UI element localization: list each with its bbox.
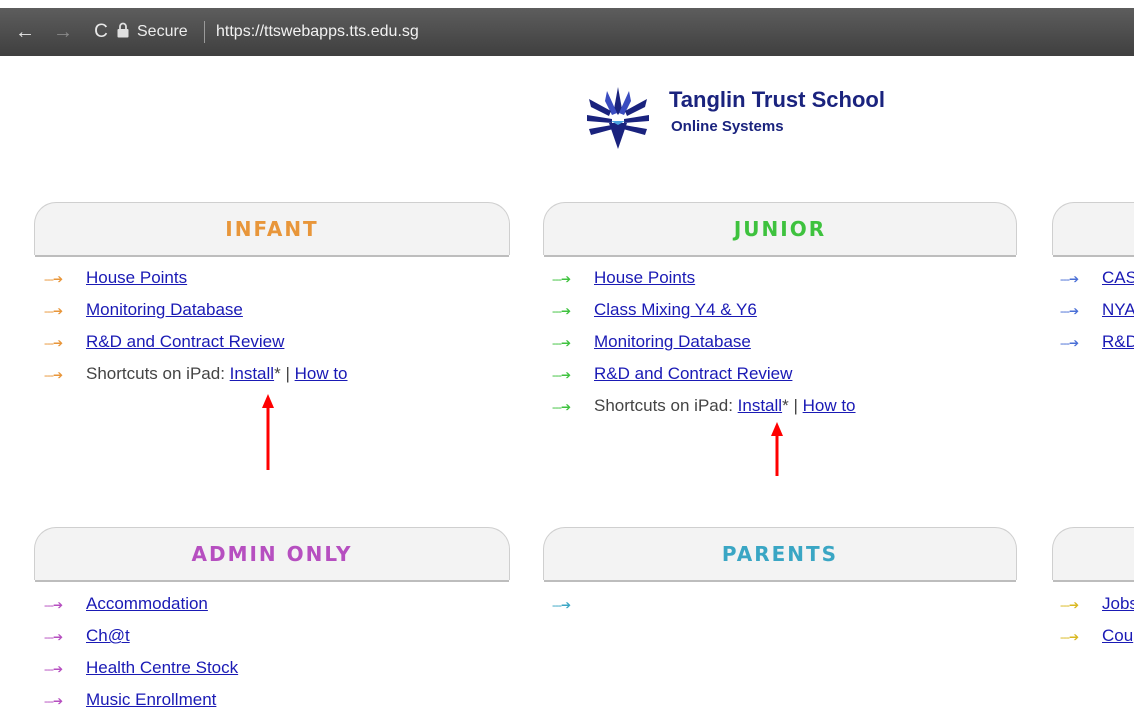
list-item: ---➔ Shortcuts on iPad: Install* | How to	[44, 358, 348, 390]
other-link-jobs[interactable]: Jobs	[1102, 594, 1134, 613]
other-link-cou[interactable]: Cou	[1102, 626, 1133, 645]
parents-panel-header: PARENTS	[543, 527, 1017, 582]
arrow-icon: ---➔	[1060, 303, 1079, 318]
junior-link-rd-contract-review[interactable]: R&D and Contract Review	[594, 364, 792, 383]
arrow-icon: ---➔	[44, 367, 63, 382]
arrow-icon: ---➔	[552, 271, 571, 286]
arrow-icon: ---➔	[552, 367, 571, 382]
arrow-icon: ---➔	[44, 629, 63, 644]
arrow-icon: ---➔	[552, 303, 571, 318]
other-link-list: ---➔ Jobs ---➔ Cou	[1060, 588, 1134, 652]
list-item: ---➔ CAS	[1060, 262, 1134, 294]
address-bar-area: ← → C Secure https://ttswebapps.tts.edu.…	[0, 8, 1134, 56]
infant-link-list: ---➔ House Points ---➔ Monitoring Database…	[44, 262, 348, 390]
list-item: ---➔ R&D and Contract Review	[44, 326, 348, 358]
reload-icon[interactable]: C	[88, 8, 114, 56]
shortcuts-label: Shortcuts on iPad:	[594, 396, 733, 415]
school-emblem-icon	[587, 87, 649, 149]
senior-link-rd[interactable]: R&D	[1102, 332, 1134, 351]
admin-link-accommodation[interactable]: Accommodation	[86, 594, 208, 613]
url-field[interactable]: https://ttswebapps.tts.edu.sg	[216, 8, 419, 56]
junior-link-list: ---➔ House Points ---➔ Class Mixing Y4 & Y…	[552, 262, 856, 422]
infant-install-link[interactable]: Install	[230, 364, 274, 383]
arrow-icon: ---➔	[552, 399, 571, 414]
separator: |	[793, 396, 798, 415]
list-item: ---➔ House Points	[552, 262, 856, 294]
red-annotation-arrow-icon	[771, 422, 783, 476]
admin-panel-header: ADMIN ONLY	[34, 527, 510, 582]
school-subtitle: Online Systems	[671, 118, 784, 135]
infant-link-rd-contract-review[interactable]: R&D and Contract Review	[86, 332, 284, 351]
infant-howto-link[interactable]: How to	[295, 364, 348, 383]
lock-icon	[117, 22, 129, 38]
red-annotation-arrow-icon	[262, 394, 274, 470]
arrow-icon: ---➔	[1060, 597, 1079, 612]
list-item: ---➔ Cou	[1060, 620, 1134, 652]
junior-install-link[interactable]: Install	[738, 396, 782, 415]
admin-link-list: ---➔ Accommodation ---➔ Ch@t ---➔ Health Ce…	[44, 588, 238, 716]
arrow-icon: ---➔	[1060, 629, 1079, 644]
arrow-icon: ---➔	[44, 661, 63, 676]
arrow-icon: ---➔	[44, 597, 63, 612]
secure-label: Secure	[137, 23, 188, 40]
browser-toolbar: ← → C Secure https://ttswebapps.tts.edu.…	[0, 0, 1134, 56]
shortcuts-label: Shortcuts on iPad:	[86, 364, 225, 383]
junior-link-class-mixing[interactable]: Class Mixing Y4 & Y6	[594, 300, 757, 319]
senior-link-cas[interactable]: CAS	[1102, 268, 1134, 287]
arrow-icon: ---➔	[552, 597, 571, 612]
school-name: Tanglin Trust School	[669, 87, 885, 112]
list-item: ---➔ Monitoring Database	[44, 294, 348, 326]
other-panel-header	[1052, 527, 1134, 582]
junior-howto-link[interactable]: How to	[803, 396, 856, 415]
junior-link-monitoring-database[interactable]: Monitoring Database	[594, 332, 751, 351]
arrow-icon: ---➔	[1060, 271, 1079, 286]
list-item: ---➔	[552, 588, 594, 620]
forward-arrow-icon[interactable]: →	[50, 8, 76, 56]
junior-link-house-points[interactable]: House Points	[594, 268, 695, 287]
list-item: ---➔ R&D	[1060, 326, 1134, 358]
list-item: ---➔ Health Centre Stock	[44, 652, 238, 684]
install-asterisk: *	[274, 364, 281, 383]
arrow-icon: ---➔	[44, 693, 63, 708]
admin-link-health-centre-stock[interactable]: Health Centre Stock	[86, 658, 238, 677]
list-item: ---➔ Class Mixing Y4 & Y6	[552, 294, 856, 326]
arrow-icon: ---➔	[44, 335, 63, 350]
junior-panel-header: JUNIOR	[543, 202, 1017, 257]
list-item: ---➔ R&D and Contract Review	[552, 358, 856, 390]
list-item: ---➔ NYA	[1060, 294, 1134, 326]
arrow-icon: ---➔	[44, 271, 63, 286]
list-item: ---➔ Ch@t	[44, 620, 238, 652]
parents-link-list: ---➔	[552, 588, 594, 620]
list-item: ---➔ House Points	[44, 262, 348, 294]
url-divider	[204, 21, 205, 43]
arrow-icon: ---➔	[1060, 335, 1079, 350]
arrow-icon: ---➔	[44, 303, 63, 318]
arrow-icon: ---➔	[552, 335, 571, 350]
senior-link-nya[interactable]: NYA	[1102, 300, 1134, 319]
senior-link-list: ---➔ CAS ---➔ NYA ---➔ R&D	[1060, 262, 1134, 358]
separator: |	[285, 364, 290, 383]
back-arrow-icon[interactable]: ←	[12, 8, 38, 56]
infant-panel-header: INFANT	[34, 202, 510, 257]
list-item: ---➔ Shortcuts on iPad: Install* | How to	[552, 390, 856, 422]
admin-link-chat[interactable]: Ch@t	[86, 626, 130, 645]
infant-link-house-points[interactable]: House Points	[86, 268, 187, 287]
list-item: ---➔ Accommodation	[44, 588, 238, 620]
senior-panel-header	[1052, 202, 1134, 257]
infant-link-monitoring-database[interactable]: Monitoring Database	[86, 300, 243, 319]
list-item: ---➔ Monitoring Database	[552, 326, 856, 358]
list-item: ---➔ Music Enrollment	[44, 684, 238, 716]
install-asterisk: *	[782, 396, 789, 415]
list-item: ---➔ Jobs	[1060, 588, 1134, 620]
